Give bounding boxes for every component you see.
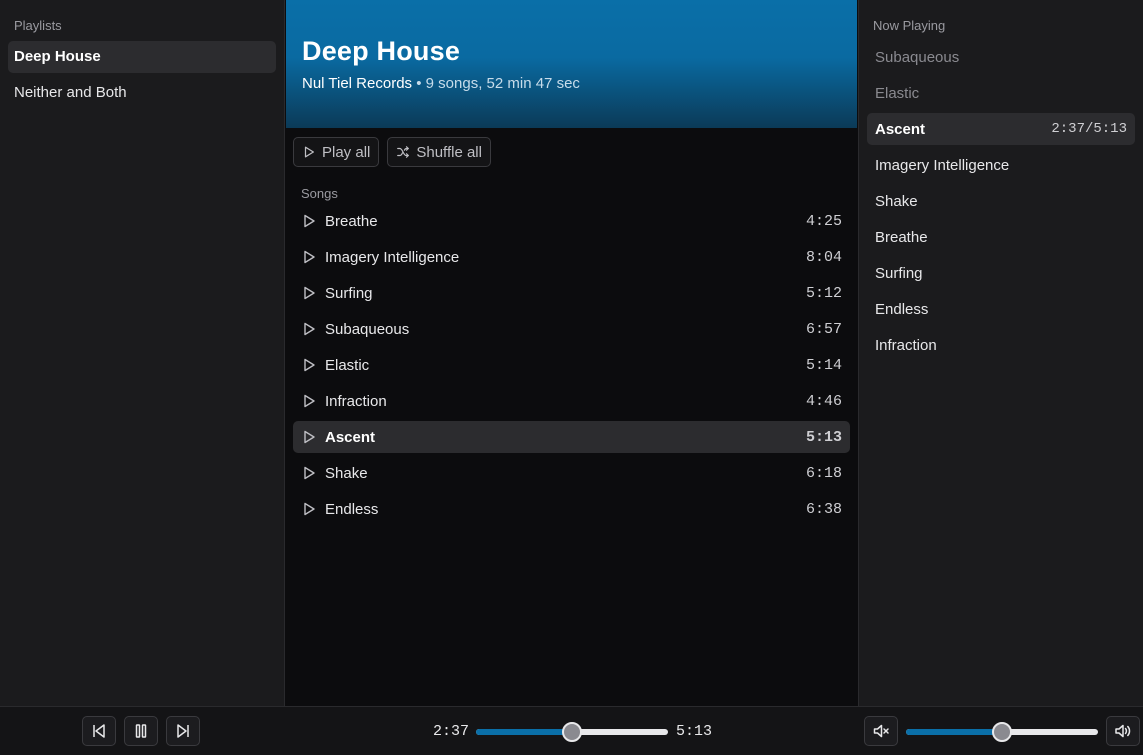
playlist-item-neither-and-both[interactable]: Neither and Both [8,77,276,109]
queue-item[interactable]: Infraction [867,329,1135,361]
player-bar: 2:37 5:13 [0,706,1143,755]
queue-item-progress: 2:37/5:13 [1051,121,1127,137]
volume-slider[interactable] [906,722,1098,742]
queue-item[interactable]: Shake [867,185,1135,217]
song-duration: 8:04 [805,248,842,266]
elapsed-time: 2:37 [433,723,470,740]
playlist-summary: 9 songs, 52 min 47 sec [425,75,580,92]
queue-item[interactable]: Imagery Intelligence [867,149,1135,181]
shuffle-icon [396,145,410,159]
song-duration: 6:57 [805,320,842,338]
queue-item-title: Subaqueous [875,48,960,66]
play-icon[interactable] [301,465,317,481]
play-icon [302,145,316,159]
queue-item-title: Endless [875,300,929,318]
song-duration: 4:25 [805,212,842,230]
queue-item[interactable]: Subaqueous [867,41,1135,73]
volume-up-button[interactable] [1106,716,1140,746]
queue-item[interactable]: Breathe [867,221,1135,253]
songs-heading: Songs [301,186,338,201]
next-button[interactable] [166,716,200,746]
meta-separator: • [416,75,422,92]
song-row[interactable]: Infraction 4:46 [293,385,850,417]
song-title: Subaqueous [325,320,410,338]
playlist-meta: Nul Tiel Records • 9 songs, 52 min 47 se… [302,75,841,92]
playlists-heading: Playlists [14,18,62,33]
volume-thumb[interactable] [992,722,1012,742]
pause-button[interactable] [124,716,158,746]
song-title: Elastic [325,356,370,374]
song-row[interactable]: Elastic 5:14 [293,349,850,381]
play-icon[interactable] [301,393,317,409]
now-playing-queue: Now Playing Subaqueous Elastic Ascent 2:3… [858,0,1143,706]
song-title: Breathe [325,212,378,230]
song-duration: 5:13 [805,428,842,446]
playlist-title: Deep House [302,36,461,66]
skip-back-icon [90,722,108,740]
play-all-button[interactable]: Play all [293,137,380,167]
progress-slider[interactable] [476,722,668,742]
song-row[interactable]: Subaqueous 6:57 [293,313,850,345]
previous-button[interactable] [82,716,116,746]
song-duration: 5:14 [805,356,842,374]
volume-up-icon [1114,722,1132,740]
volume-fill [906,729,1002,735]
queue-item-title: Breathe [875,228,928,246]
volume-mute-icon [872,722,890,740]
queue-item-title: Elastic [875,84,920,102]
queue-item-current[interactable]: Ascent 2:37/5:13 [867,113,1135,145]
mute-button[interactable] [864,716,898,746]
song-row[interactable]: Endless 6:38 [293,493,850,525]
song-duration: 4:46 [805,392,842,410]
queue-item[interactable]: Elastic [867,77,1135,109]
song-duration: 6:38 [805,500,842,518]
playlist-header: Deep House Nul Tiel Records • 9 songs, 5… [286,0,857,128]
shuffle-all-label: Shuffle all [416,143,482,161]
song-title: Infraction [325,392,387,410]
play-icon[interactable] [301,357,317,373]
now-playing-heading: Now Playing [873,18,946,33]
skip-forward-icon [174,722,192,740]
song-title: Surfing [325,284,373,302]
playlist-item-deep-house[interactable]: Deep House [8,41,276,73]
queue-item-title: Shake [875,192,918,210]
queue-item[interactable]: Endless [867,293,1135,325]
play-icon[interactable] [301,285,317,301]
music-player-app: Playlists Deep House Neither and Both De… [0,0,1143,755]
song-row-active[interactable]: Ascent 5:13 [293,421,850,453]
playlist-view: Deep House Nul Tiel Records • 9 songs, 5… [286,0,857,706]
song-row[interactable]: Shake 6:18 [293,457,850,489]
progress-thumb[interactable] [562,722,582,742]
play-icon[interactable] [301,429,317,445]
song-row[interactable]: Surfing 5:12 [293,277,850,309]
play-all-label: Play all [322,143,371,161]
song-title: Ascent [325,428,376,446]
song-title: Endless [325,500,379,518]
queue-item-title: Ascent [875,120,926,138]
song-row[interactable]: Breathe 4:25 [293,205,850,237]
playlists-sidebar: Playlists Deep House Neither and Both [0,0,285,706]
pause-icon [132,722,150,740]
song-title: Imagery Intelligence [325,248,460,266]
queue-item-title: Infraction [875,336,937,354]
total-time: 5:13 [676,723,713,740]
song-title: Shake [325,464,368,482]
song-list: Breathe 4:25 Imagery Intelligence 8:04 Sur… [286,205,857,525]
queue-item-title: Surfing [875,264,923,282]
play-icon[interactable] [301,501,317,517]
play-icon[interactable] [301,249,317,265]
play-icon[interactable] [301,213,317,229]
play-icon[interactable] [301,321,317,337]
shuffle-all-button[interactable]: Shuffle all [387,137,491,167]
queue-item[interactable]: Surfing [867,257,1135,289]
playlist-actions: Play all Shuffle all [286,128,857,176]
queue-item-title: Imagery Intelligence [875,156,1010,174]
record-label: Nul Tiel Records [302,75,413,92]
song-duration: 5:12 [805,284,842,302]
song-duration: 6:18 [805,464,842,482]
song-row[interactable]: Imagery Intelligence 8:04 [293,241,850,273]
progress-fill [476,729,572,735]
